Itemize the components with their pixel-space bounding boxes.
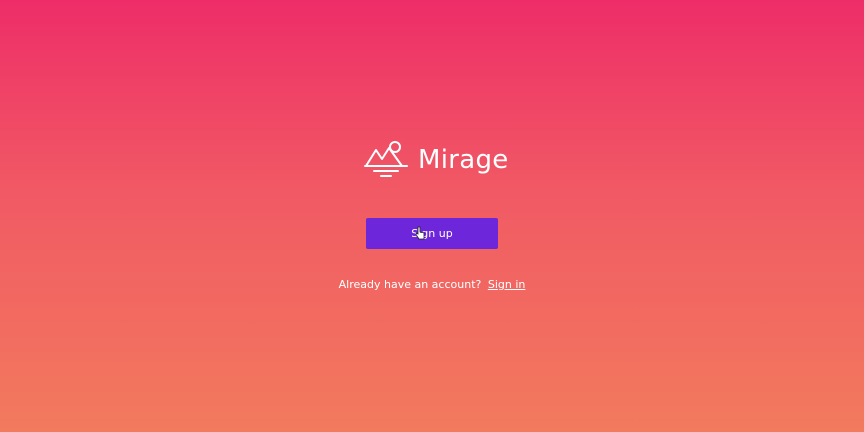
sign-up-button[interactable]: Sign up [366, 218, 498, 249]
app-screen: Mirage Sign up Already have an account? … [0, 0, 864, 432]
mountain-sun-icon [364, 141, 408, 177]
brand-name: Mirage [418, 145, 509, 175]
sign-in-link[interactable]: Sign in [488, 278, 526, 291]
sign-in-prompt-text: Already have an account? [338, 278, 482, 291]
sign-in-prompt: Already have an account? Sign in [0, 278, 864, 291]
brand-logo: Mirage [364, 140, 509, 180]
